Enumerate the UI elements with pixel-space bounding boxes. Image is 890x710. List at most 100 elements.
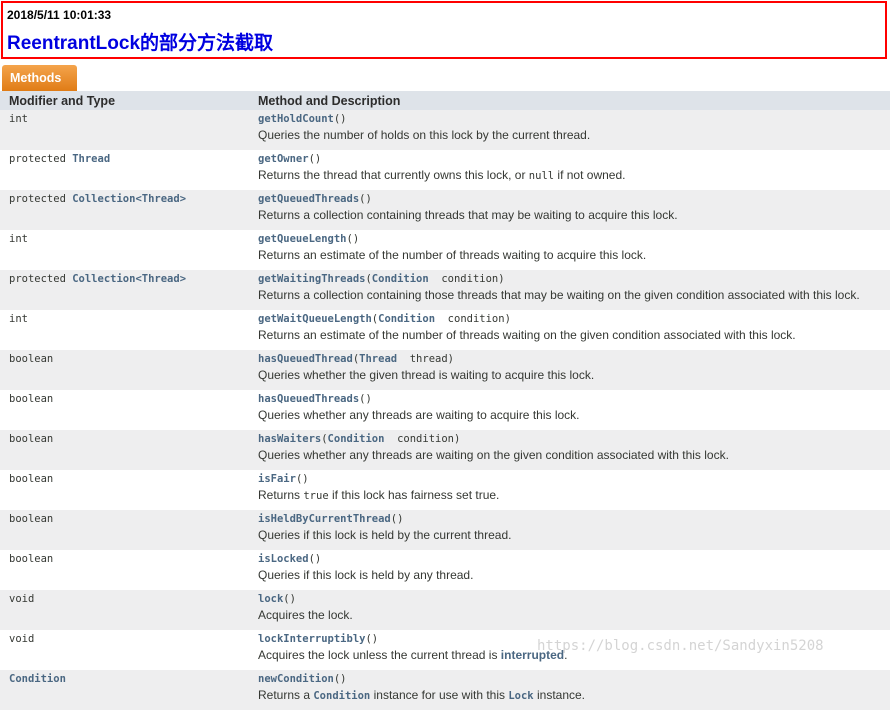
method-cell: getOwner() Returns the thread that curre… <box>256 150 890 190</box>
method-name-link[interactable]: getWaitingThreads <box>258 273 365 285</box>
tab-methods[interactable]: Methods <box>2 65 77 91</box>
type-modifier: protected <box>9 153 73 165</box>
return-type: void <box>0 630 256 670</box>
method-description: Queries if this lock is held by any thre… <box>258 568 474 582</box>
type-link[interactable]: Thread <box>142 273 180 285</box>
method-name-link[interactable]: getQueuedThreads <box>258 193 359 205</box>
method-signature: getWaitingThreads(Condition condition) <box>258 273 890 285</box>
table-row: boolean isHeldByCurrentThread() Queries … <box>0 510 890 550</box>
type-link[interactable]: Collection <box>72 193 135 205</box>
method-name-link[interactable]: isHeldByCurrentThread <box>258 513 391 525</box>
table-row: boolean isFair() Returns true if this lo… <box>0 470 890 510</box>
params: () <box>308 153 322 165</box>
method-signature: getHoldCount() <box>258 113 890 125</box>
table-row: boolean hasQueuedThread(Thread thread) Q… <box>0 350 890 390</box>
type-link[interactable]: Condition <box>9 673 66 685</box>
condition-link[interactable]: Condition <box>313 690 370 702</box>
type-modifier: protected <box>9 273 73 285</box>
method-name-link[interactable]: isFair <box>258 473 296 485</box>
type-link[interactable]: Thread <box>72 153 110 165</box>
method-cell: isLocked() Queries if this lock is held … <box>256 550 890 590</box>
return-type: boolean <box>0 550 256 590</box>
method-description: Returns a collection containing threads … <box>258 208 678 222</box>
param-type-link[interactable]: Condition <box>378 313 435 325</box>
method-signature: getOwner() <box>258 153 890 165</box>
method-description: Returns a collection containing those th… <box>258 288 860 302</box>
method-name-link[interactable]: lock <box>258 593 283 605</box>
method-description: Returns the thread that currently owns t… <box>258 168 890 182</box>
method-summary-table: Modifier and Type Method and Description… <box>0 91 890 710</box>
lock-link[interactable]: Lock <box>508 690 533 702</box>
method-cell: getWaitQueueLength(Condition condition) … <box>256 310 890 350</box>
return-type: Condition <box>0 670 256 710</box>
method-name-link[interactable]: isLocked <box>258 553 309 565</box>
param-type-link[interactable]: Condition <box>328 433 385 445</box>
return-type: boolean <box>0 350 256 390</box>
param-type-link[interactable]: Thread <box>359 353 397 365</box>
page-title: ReentrantLock的部分方法截取 <box>7 33 274 54</box>
method-signature: getQueueLength() <box>258 233 890 245</box>
method-name-link[interactable]: hasWaiters <box>258 433 321 445</box>
method-cell: getQueueLength() Returns an estimate of … <box>256 230 890 270</box>
type-text: boolean <box>9 553 54 565</box>
params: () <box>333 113 347 125</box>
desc-text: Acquires the lock unless the current thr… <box>258 648 501 662</box>
method-name-link[interactable]: getQueueLength <box>258 233 347 245</box>
column-header-modifier: Modifier and Type <box>0 91 256 110</box>
method-description: Queries if this lock is held by the curr… <box>258 528 512 542</box>
method-name-link[interactable]: hasQueuedThread <box>258 353 353 365</box>
method-description: Queries the number of holds on this lock… <box>258 128 591 142</box>
method-cell: hasQueuedThread(Thread thread) Queries w… <box>256 350 890 390</box>
desc-text: Returns <box>258 488 304 502</box>
table-row: protected Collection<Thread> getQueuedTh… <box>0 190 890 230</box>
type-text: boolean <box>9 433 54 445</box>
return-type: protected Thread <box>0 150 256 190</box>
param-name: thread) <box>397 353 454 365</box>
header-box: 2018/5/11 10:01:33 ReentrantLock的部分方法截取 <box>1 1 887 59</box>
table-row: int getWaitQueueLength(Condition conditi… <box>0 310 890 350</box>
param-type-link[interactable]: Condition <box>372 273 429 285</box>
column-header-method: Method and Description <box>256 91 890 110</box>
table-row: int getHoldCount() Queries the number of… <box>0 110 890 150</box>
method-description: Returns a Condition instance for use wit… <box>258 688 890 702</box>
type-link[interactable]: Thread <box>142 193 180 205</box>
table-row: int getQueueLength() Returns an estimate… <box>0 230 890 270</box>
method-name-link[interactable]: getOwner <box>258 153 309 165</box>
return-type: void <box>0 590 256 630</box>
method-description: Queries whether the given thread is wait… <box>258 368 595 382</box>
method-signature: getWaitQueueLength(Condition condition) <box>258 313 890 325</box>
method-name-link[interactable]: getHoldCount <box>258 113 334 125</box>
type-link[interactable]: Collection <box>72 273 135 285</box>
type-text: int <box>9 233 28 245</box>
method-cell: hasWaiters(Condition condition) Queries … <box>256 430 890 470</box>
params: () <box>295 473 309 485</box>
return-type: boolean <box>0 470 256 510</box>
type-text: int <box>9 313 28 325</box>
desc-code: null <box>528 170 555 182</box>
method-cell: newCondition() Returns a Condition insta… <box>256 670 890 710</box>
method-signature: getQueuedThreads() <box>258 193 890 205</box>
method-name-link[interactable]: hasQueuedThreads <box>258 393 359 405</box>
timestamp: 2018/5/11 10:01:33 <box>7 8 112 22</box>
desc-text: Returns a <box>258 688 314 702</box>
desc-text: if this lock has fairness set true. <box>328 488 500 502</box>
params: () <box>359 393 372 405</box>
params: () <box>346 233 360 245</box>
params: () <box>283 593 296 605</box>
method-signature: lock() <box>258 593 890 605</box>
method-description: Returns true if this lock has fairness s… <box>258 488 890 502</box>
table-row: boolean hasWaiters(Condition condition) … <box>0 430 890 470</box>
param-name: condition) <box>435 313 511 325</box>
method-signature: isFair() <box>258 473 890 485</box>
method-cell: lock() Acquires the lock. <box>256 590 890 630</box>
type-text: int <box>9 113 28 125</box>
method-description: Queries whether any threads are waiting … <box>258 408 580 422</box>
desc-text: instance. <box>533 688 586 702</box>
method-name-link[interactable]: getWaitQueueLength <box>258 313 372 325</box>
table-row: void lock() Acquires the lock. <box>0 590 890 630</box>
desc-text: Returns the thread that currently owns t… <box>258 168 529 182</box>
method-description: Returns an estimate of the number of thr… <box>258 328 796 342</box>
method-name-link[interactable]: newCondition <box>258 673 334 685</box>
method-signature: hasQueuedThread(Thread thread) <box>258 353 890 365</box>
method-name-link[interactable]: lockInterruptibly <box>258 633 365 645</box>
